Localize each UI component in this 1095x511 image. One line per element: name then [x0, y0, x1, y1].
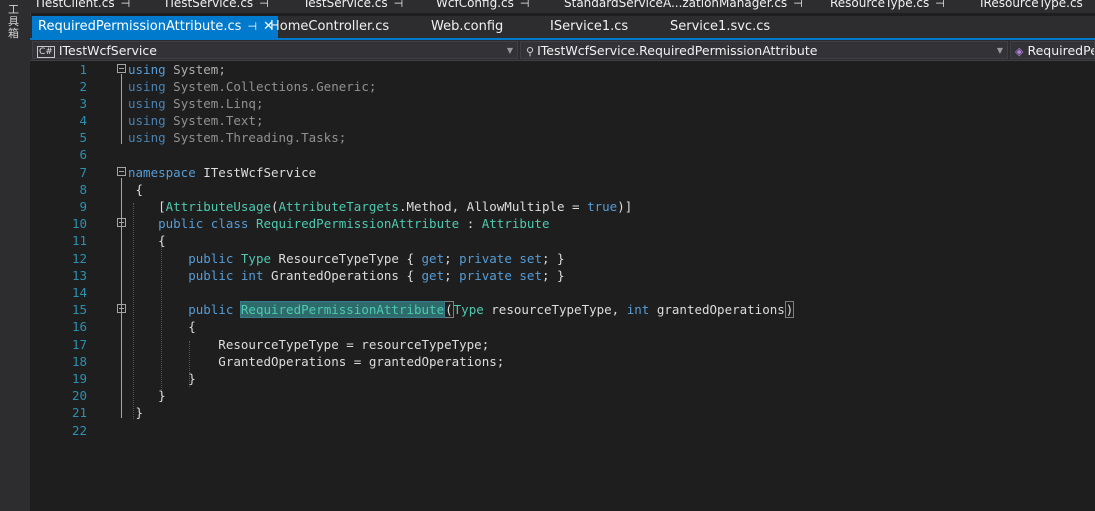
tab-requiredpermissionattribute[interactable]: RequiredPermissionAttribute.cs ⊣ ✕ — [32, 16, 278, 38]
pin-icon[interactable]: ⊣ — [520, 0, 530, 10]
method-icon: ◈ — [1015, 45, 1024, 58]
line-text: { — [128, 319, 196, 334]
project-dropdown[interactable]: C# ITestWcfService ▼ — [32, 41, 518, 59]
document-tabs-row-1: ITestClient.cs ⊣ ITestService.cs ⊣ TestSer… — [30, 0, 1095, 13]
type-dropdown-value: ITestWcfService.RequiredPermissionAttrib… — [537, 43, 818, 58]
chevron-down-icon: ▼ — [996, 46, 1003, 55]
line-text: public Type ResourceTypeType { get; priv… — [188, 251, 565, 266]
pin-icon[interactable]: ⊣ — [793, 0, 803, 10]
line-number: 2 — [79, 79, 87, 94]
line-text: [AttributeUsage(AttributeTargets.Method,… — [128, 199, 633, 214]
pin-icon[interactable]: ⊣ — [121, 0, 131, 10]
tab-label: IResourceType.cs — [980, 0, 1083, 10]
member-dropdown-value: RequiredPe — [1027, 43, 1095, 58]
tab-homecontroller[interactable]: HomeController.cs — [270, 16, 389, 38]
line-number: 6 — [79, 147, 87, 162]
tab-label: ITestClient.cs — [36, 0, 115, 10]
tab-label: HomeController.cs — [270, 19, 390, 34]
line-number: 5 — [79, 130, 87, 145]
fold-region-namespace — [121, 178, 122, 418]
line-text: ResourceTypeType = resourceTypeType; — [128, 337, 490, 352]
line-number: 4 — [79, 113, 87, 128]
pin-icon[interactable]: ⊣ — [394, 0, 404, 10]
highlighted-symbol[interactable]: RequiredPermissionAttribute — [239, 301, 446, 318]
line-number: 20 — [71, 388, 87, 403]
line-number: 13 — [71, 268, 87, 283]
type-dropdown[interactable]: ⚲ ITestWcfService.RequiredPermissionAttri… — [520, 41, 1008, 59]
line-number: 11 — [71, 233, 87, 248]
collapse-icon[interactable] — [117, 304, 126, 313]
line-text: public class RequiredPermissionAttribute… — [158, 216, 550, 231]
line-number: 15 — [71, 302, 87, 317]
fold-region-usings — [121, 74, 122, 144]
member-dropdown[interactable]: ◈ RequiredPe — [1010, 41, 1095, 59]
line-text: using System.Text; — [128, 113, 264, 128]
tab-label: IService1.cs — [550, 19, 629, 34]
pin-icon[interactable]: ⊣ — [259, 0, 269, 10]
line-number: 3 — [79, 96, 87, 111]
tab-standardserviceauthorizationmanager[interactable]: StandardServiceA...zationManager.cs ⊣ — [564, 0, 803, 12]
line-number: 8 — [79, 182, 87, 197]
tab-label: StandardServiceA...zationManager.cs — [564, 0, 788, 10]
csharp-project-icon: C# — [37, 45, 55, 58]
line-number: 1 — [79, 62, 87, 77]
line-number: 12 — [71, 251, 87, 266]
line-text: public RequiredPermissionAttribute(Type … — [188, 301, 795, 318]
tab-label: TestService.cs — [303, 0, 388, 10]
tab-iresourcetype[interactable]: IResourceType.cs — [980, 0, 1083, 12]
navigation-bar: C# ITestWcfService ▼ ⚲ ITestWcfService.Requ… — [30, 40, 1095, 61]
tab-iservice1[interactable]: IService1.cs — [550, 16, 628, 38]
tab-label: WcfConfig.cs — [436, 0, 514, 10]
tab-itestclient[interactable]: ITestClient.cs ⊣ — [36, 0, 130, 12]
collapse-icon[interactable] — [117, 218, 126, 227]
line-text: } — [128, 371, 196, 386]
chevron-down-icon: ▼ — [506, 46, 513, 55]
line-number: 22 — [71, 423, 87, 438]
pin-icon[interactable]: ⊣ — [935, 0, 945, 10]
line-number: 18 — [71, 354, 87, 369]
tab-resourcetype[interactable]: ResourceType.cs ⊣ — [830, 0, 945, 12]
collapse-icon[interactable] — [117, 167, 126, 176]
line-text: } — [128, 388, 166, 403]
line-text: using System.Linq; — [128, 96, 264, 111]
line-text: GrantedOperations = grantedOperations; — [128, 354, 505, 369]
tab-label: Web.config — [431, 19, 504, 34]
document-tabs-row-2: RequiredPermissionAttribute.cs ⊣ ✕ HomeCon… — [30, 16, 1095, 40]
collapse-icon[interactable] — [117, 64, 126, 73]
line-number: 16 — [71, 319, 87, 334]
line-text: } — [128, 405, 144, 420]
tab-label: ResourceType.cs — [830, 0, 930, 10]
line-number: 19 — [71, 371, 87, 386]
tab-label: ITestService.cs — [165, 0, 254, 10]
line-number: 10 — [71, 216, 87, 231]
line-text: using System.Threading.Tasks; — [128, 130, 347, 145]
tab-label: Service1.svc.cs — [670, 19, 771, 34]
line-text: namespace ITestWcfService — [128, 165, 317, 180]
line-number: 9 — [79, 199, 87, 214]
toolbox-side-panel[interactable]: 工具箱 — [0, 0, 31, 511]
code-editor[interactable]: 1 using System; 2 using System.Collections… — [30, 61, 1095, 511]
tab-label: RequiredPermissionAttribute.cs — [38, 19, 242, 34]
tab-service1-svc[interactable]: Service1.svc.cs — [670, 16, 770, 38]
tab-testservice[interactable]: TestService.cs ⊣ — [303, 0, 403, 12]
line-number: 7 — [79, 165, 87, 180]
toolbox-label[interactable]: 工具箱 — [8, 4, 22, 40]
line-number: 14 — [71, 285, 87, 300]
tab-web-config[interactable]: Web.config — [431, 16, 503, 38]
line-text: { — [128, 182, 144, 197]
tab-itestservice[interactable]: ITestService.cs ⊣ — [165, 0, 269, 12]
class-icon: ⚲ — [526, 45, 535, 58]
tab-wcfconfig[interactable]: WcfConfig.cs ⊣ — [436, 0, 529, 12]
line-text: { — [128, 233, 166, 248]
project-dropdown-value: ITestWcfService — [58, 43, 157, 58]
line-number: 21 — [71, 405, 87, 420]
pin-icon[interactable]: ⊣ — [247, 20, 257, 33]
line-text: using System; — [128, 62, 226, 77]
line-text: using System.Collections.Generic; — [128, 79, 377, 94]
line-number: 17 — [71, 337, 87, 352]
line-text: public int GrantedOperations { get; priv… — [188, 268, 565, 283]
